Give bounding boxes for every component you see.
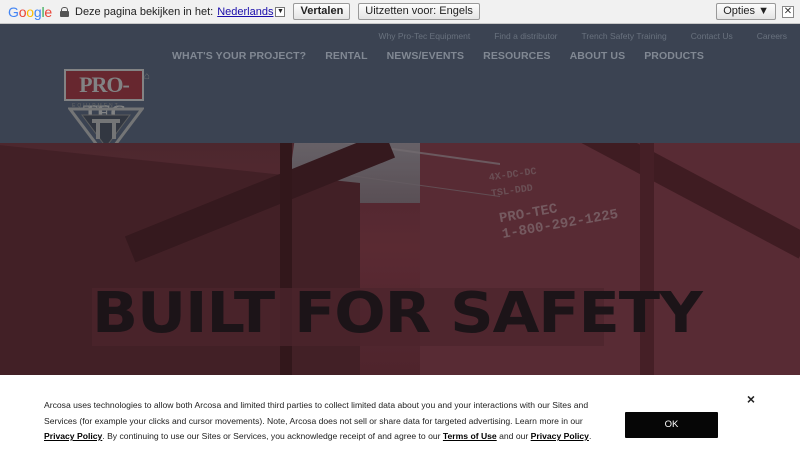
hero-headline: BUILT FOR SAFETY bbox=[92, 281, 703, 346]
translate-button[interactable]: Vertalen bbox=[293, 3, 351, 20]
nav-rental[interactable]: RENTAL bbox=[325, 50, 367, 62]
cookie-text-part: . bbox=[588, 431, 592, 442]
turn-off-translate-button[interactable]: Uitzetten voor: Engels bbox=[358, 3, 480, 20]
utility-link-trench-safety[interactable]: Trench Safety Training bbox=[582, 31, 667, 41]
terms-of-use-link[interactable]: Terms of Use bbox=[443, 431, 497, 441]
cookie-text-part: . By continuing to use our Sites or Serv… bbox=[102, 431, 443, 442]
utility-link-find-distributor[interactable]: Find a distributor bbox=[494, 31, 557, 41]
close-icon[interactable]: ✕ bbox=[782, 5, 794, 18]
google-logo: Google bbox=[8, 3, 52, 20]
cookie-text: Arcosa uses technologies to allow both A… bbox=[44, 398, 609, 445]
home-icon[interactable]: ⌂ bbox=[144, 71, 150, 82]
nav-products[interactable]: PRODUCTS bbox=[644, 50, 704, 62]
language-select[interactable]: Nederlands bbox=[217, 6, 273, 18]
site-logo[interactable]: PRO-TEC ⌂ EQUIPMENT bbox=[62, 47, 154, 159]
cookie-text-part: and our bbox=[496, 431, 531, 442]
hero-image: 4X-DC-DC TSL-DDD PRO-TEC 1-800-292-1225 … bbox=[0, 143, 800, 375]
nav-about-us[interactable]: ABOUT US bbox=[570, 50, 626, 62]
privacy-policy-link[interactable]: Privacy Policy bbox=[44, 431, 102, 441]
site-header: Why Pro-Tec Equipment Find a distributor… bbox=[0, 24, 800, 159]
utility-link-contact[interactable]: Contact Us bbox=[691, 31, 733, 41]
nav-resources[interactable]: RESOURCES bbox=[483, 50, 550, 62]
nav-news-events[interactable]: NEWS/EVENTS bbox=[387, 50, 465, 62]
options-button[interactable]: Opties ▼ bbox=[716, 3, 776, 20]
stencil-text-small: 4X-DC-DC TSL-DDD bbox=[488, 166, 538, 201]
chevron-down-icon[interactable]: ▼ bbox=[275, 6, 286, 17]
cookie-ok-button[interactable]: OK bbox=[625, 412, 718, 438]
translate-prompt: Deze pagina bekijken in het: bbox=[75, 5, 214, 18]
close-icon[interactable]: × bbox=[744, 392, 758, 406]
logo-brand: PRO-TEC bbox=[64, 69, 144, 125]
nav-whats-your-project[interactable]: WHAT'S YOUR PROJECT? bbox=[172, 50, 306, 62]
privacy-policy-link-2[interactable]: Privacy Policy bbox=[531, 431, 589, 441]
lock-icon bbox=[60, 6, 69, 17]
main-nav: WHAT'S YOUR PROJECT? RENTAL NEWS/EVENTS … bbox=[172, 50, 723, 62]
utility-link-careers[interactable]: Careers bbox=[757, 31, 787, 41]
google-translate-bar: Google Deze pagina bekijken in het: Nede… bbox=[0, 0, 800, 24]
cookie-banner: Arcosa uses technologies to allow both A… bbox=[0, 375, 800, 450]
cookie-text-part: Arcosa uses technologies to allow both A… bbox=[44, 400, 589, 426]
utility-link-why-pro-tec[interactable]: Why Pro-Tec Equipment bbox=[379, 31, 471, 41]
utility-nav: Why Pro-Tec Equipment Find a distributor… bbox=[0, 24, 800, 47]
